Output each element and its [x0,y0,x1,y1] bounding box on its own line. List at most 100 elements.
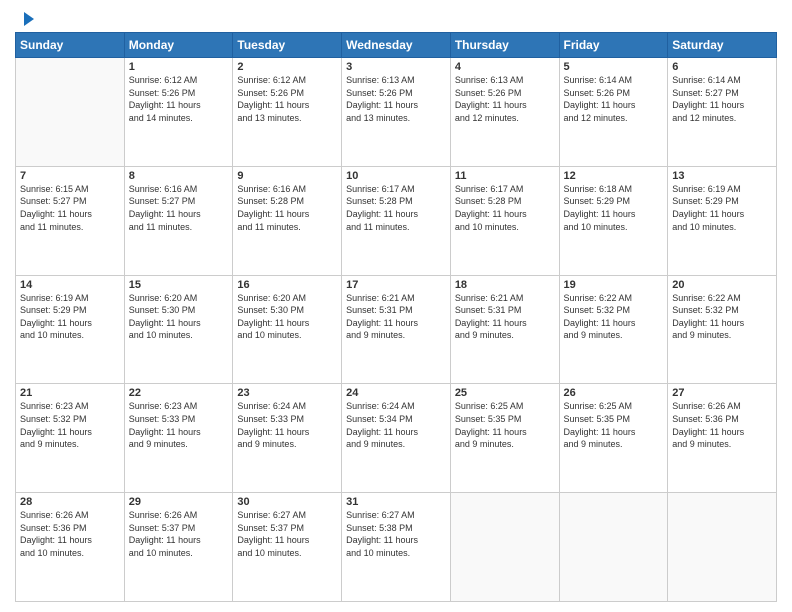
day-number: 20 [672,279,772,291]
calendar-cell: 20Sunrise: 6:22 AM Sunset: 5:32 PM Dayli… [668,275,777,384]
day-info: Sunrise: 6:16 AM Sunset: 5:27 PM Dayligh… [129,183,229,233]
calendar-cell: 11Sunrise: 6:17 AM Sunset: 5:28 PM Dayli… [450,166,559,275]
day-info: Sunrise: 6:27 AM Sunset: 5:38 PM Dayligh… [346,509,446,559]
day-number: 31 [346,496,446,508]
day-number: 27 [672,387,772,399]
day-info: Sunrise: 6:26 AM Sunset: 5:36 PM Dayligh… [672,400,772,450]
calendar-cell: 3Sunrise: 6:13 AM Sunset: 5:26 PM Daylig… [342,58,451,167]
calendar-cell: 18Sunrise: 6:21 AM Sunset: 5:31 PM Dayli… [450,275,559,384]
calendar-cell: 2Sunrise: 6:12 AM Sunset: 5:26 PM Daylig… [233,58,342,167]
day-number: 2 [237,61,337,73]
day-info: Sunrise: 6:23 AM Sunset: 5:32 PM Dayligh… [20,400,120,450]
day-number: 7 [20,170,120,182]
day-info: Sunrise: 6:22 AM Sunset: 5:32 PM Dayligh… [672,292,772,342]
day-info: Sunrise: 6:24 AM Sunset: 5:33 PM Dayligh… [237,400,337,450]
day-info: Sunrise: 6:16 AM Sunset: 5:28 PM Dayligh… [237,183,337,233]
day-number: 1 [129,61,229,73]
day-number: 14 [20,279,120,291]
day-number: 15 [129,279,229,291]
logo [15,10,38,26]
day-number: 26 [564,387,664,399]
calendar-cell: 22Sunrise: 6:23 AM Sunset: 5:33 PM Dayli… [124,384,233,493]
day-number: 5 [564,61,664,73]
day-info: Sunrise: 6:21 AM Sunset: 5:31 PM Dayligh… [455,292,555,342]
calendar-cell [668,493,777,602]
calendar-cell: 6Sunrise: 6:14 AM Sunset: 5:27 PM Daylig… [668,58,777,167]
day-number: 8 [129,170,229,182]
weekday-header-wednesday: Wednesday [342,33,451,58]
day-info: Sunrise: 6:24 AM Sunset: 5:34 PM Dayligh… [346,400,446,450]
day-info: Sunrise: 6:23 AM Sunset: 5:33 PM Dayligh… [129,400,229,450]
calendar-cell: 31Sunrise: 6:27 AM Sunset: 5:38 PM Dayli… [342,493,451,602]
day-number: 9 [237,170,337,182]
day-info: Sunrise: 6:22 AM Sunset: 5:32 PM Dayligh… [564,292,664,342]
logo-arrow-icon [16,8,38,30]
day-info: Sunrise: 6:13 AM Sunset: 5:26 PM Dayligh… [346,74,446,124]
calendar-cell: 10Sunrise: 6:17 AM Sunset: 5:28 PM Dayli… [342,166,451,275]
calendar-cell: 25Sunrise: 6:25 AM Sunset: 5:35 PM Dayli… [450,384,559,493]
day-number: 22 [129,387,229,399]
calendar-cell: 28Sunrise: 6:26 AM Sunset: 5:36 PM Dayli… [16,493,125,602]
calendar-cell: 29Sunrise: 6:26 AM Sunset: 5:37 PM Dayli… [124,493,233,602]
day-info: Sunrise: 6:17 AM Sunset: 5:28 PM Dayligh… [455,183,555,233]
day-info: Sunrise: 6:18 AM Sunset: 5:29 PM Dayligh… [564,183,664,233]
calendar-cell: 4Sunrise: 6:13 AM Sunset: 5:26 PM Daylig… [450,58,559,167]
calendar-cell [450,493,559,602]
day-number: 23 [237,387,337,399]
calendar-cell: 14Sunrise: 6:19 AM Sunset: 5:29 PM Dayli… [16,275,125,384]
calendar-cell [16,58,125,167]
calendar-cell: 16Sunrise: 6:20 AM Sunset: 5:30 PM Dayli… [233,275,342,384]
day-number: 18 [455,279,555,291]
day-number: 25 [455,387,555,399]
day-number: 17 [346,279,446,291]
day-info: Sunrise: 6:12 AM Sunset: 5:26 PM Dayligh… [129,74,229,124]
weekday-header-saturday: Saturday [668,33,777,58]
week-row-3: 14Sunrise: 6:19 AM Sunset: 5:29 PM Dayli… [16,275,777,384]
calendar-cell: 27Sunrise: 6:26 AM Sunset: 5:36 PM Dayli… [668,384,777,493]
day-info: Sunrise: 6:27 AM Sunset: 5:37 PM Dayligh… [237,509,337,559]
calendar-cell: 30Sunrise: 6:27 AM Sunset: 5:37 PM Dayli… [233,493,342,602]
day-number: 10 [346,170,446,182]
calendar-cell: 1Sunrise: 6:12 AM Sunset: 5:26 PM Daylig… [124,58,233,167]
calendar-cell: 17Sunrise: 6:21 AM Sunset: 5:31 PM Dayli… [342,275,451,384]
day-number: 19 [564,279,664,291]
calendar-cell: 8Sunrise: 6:16 AM Sunset: 5:27 PM Daylig… [124,166,233,275]
day-info: Sunrise: 6:13 AM Sunset: 5:26 PM Dayligh… [455,74,555,124]
calendar-cell: 26Sunrise: 6:25 AM Sunset: 5:35 PM Dayli… [559,384,668,493]
calendar-cell: 24Sunrise: 6:24 AM Sunset: 5:34 PM Dayli… [342,384,451,493]
day-number: 24 [346,387,446,399]
day-info: Sunrise: 6:17 AM Sunset: 5:28 PM Dayligh… [346,183,446,233]
day-info: Sunrise: 6:25 AM Sunset: 5:35 PM Dayligh… [455,400,555,450]
day-number: 30 [237,496,337,508]
weekday-header-monday: Monday [124,33,233,58]
day-number: 21 [20,387,120,399]
calendar-cell: 5Sunrise: 6:14 AM Sunset: 5:26 PM Daylig… [559,58,668,167]
day-number: 4 [455,61,555,73]
calendar-cell: 21Sunrise: 6:23 AM Sunset: 5:32 PM Dayli… [16,384,125,493]
day-info: Sunrise: 6:12 AM Sunset: 5:26 PM Dayligh… [237,74,337,124]
day-number: 12 [564,170,664,182]
day-info: Sunrise: 6:20 AM Sunset: 5:30 PM Dayligh… [129,292,229,342]
calendar-cell: 19Sunrise: 6:22 AM Sunset: 5:32 PM Dayli… [559,275,668,384]
weekday-header-sunday: Sunday [16,33,125,58]
day-info: Sunrise: 6:25 AM Sunset: 5:35 PM Dayligh… [564,400,664,450]
header [15,10,777,26]
day-info: Sunrise: 6:19 AM Sunset: 5:29 PM Dayligh… [20,292,120,342]
calendar-header-row: SundayMondayTuesdayWednesdayThursdayFrid… [16,33,777,58]
day-number: 3 [346,61,446,73]
weekday-header-tuesday: Tuesday [233,33,342,58]
day-info: Sunrise: 6:14 AM Sunset: 5:27 PM Dayligh… [672,74,772,124]
day-number: 29 [129,496,229,508]
day-info: Sunrise: 6:14 AM Sunset: 5:26 PM Dayligh… [564,74,664,124]
day-info: Sunrise: 6:26 AM Sunset: 5:37 PM Dayligh… [129,509,229,559]
week-row-1: 1Sunrise: 6:12 AM Sunset: 5:26 PM Daylig… [16,58,777,167]
calendar-cell: 13Sunrise: 6:19 AM Sunset: 5:29 PM Dayli… [668,166,777,275]
calendar-table: SundayMondayTuesdayWednesdayThursdayFrid… [15,32,777,602]
weekday-header-thursday: Thursday [450,33,559,58]
week-row-4: 21Sunrise: 6:23 AM Sunset: 5:32 PM Dayli… [16,384,777,493]
day-info: Sunrise: 6:26 AM Sunset: 5:36 PM Dayligh… [20,509,120,559]
week-row-2: 7Sunrise: 6:15 AM Sunset: 5:27 PM Daylig… [16,166,777,275]
day-number: 11 [455,170,555,182]
day-info: Sunrise: 6:21 AM Sunset: 5:31 PM Dayligh… [346,292,446,342]
day-number: 13 [672,170,772,182]
